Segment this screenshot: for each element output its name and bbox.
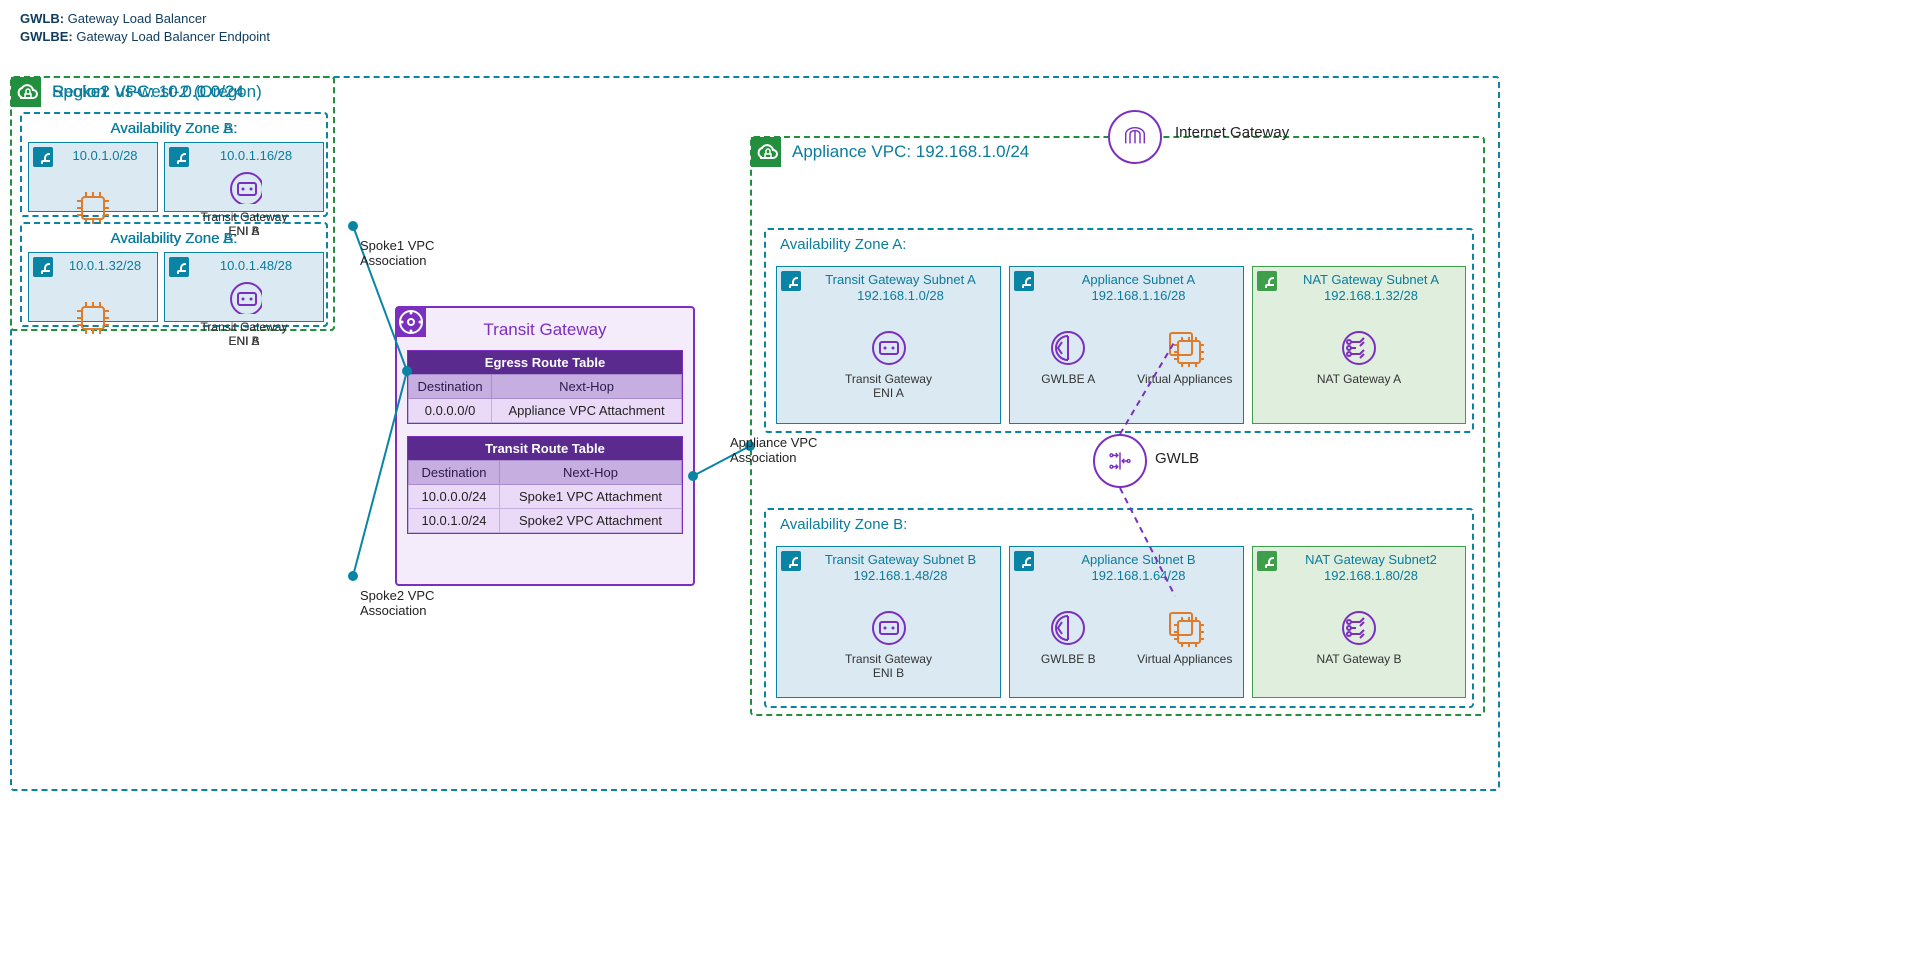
rt-dest: 0.0.0.0/0 <box>409 399 492 423</box>
app-aza: Availability Zone A: Transit Gateway Sub… <box>764 228 1474 433</box>
rt-h2: Next-Hop <box>500 461 682 485</box>
sn-cidr: NAT Gateway Subnet2192.168.1.80/28 <box>1283 552 1459 583</box>
internet-gateway-icon <box>1108 110 1162 164</box>
spoke2-aza-title: Availability Zone A: <box>22 120 326 137</box>
private-subnet-icon <box>169 147 189 167</box>
tgw-title: Transit Gateway <box>397 308 693 350</box>
appliance-assoc-label: Appliance VPC Association <box>730 436 817 466</box>
rt-next: Appliance VPC Attachment <box>492 399 682 423</box>
public-subnet-icon <box>1257 271 1277 291</box>
sn-cidr: Transit Gateway Subnet A192.168.1.0/28 <box>807 272 994 303</box>
rt-h1: Destination <box>409 461 500 485</box>
spoke2-title: Spoke2 VPC: 10.0.1.0/24 <box>52 82 244 102</box>
app-title: Appliance VPC: 192.168.1.0/24 <box>792 142 1029 162</box>
spoke2-azb-title: Availability Zone B: <box>22 230 326 247</box>
egress-route-table: Egress Route Table DestinationNext-Hop 0… <box>407 350 683 424</box>
svc-label: GWLBE A <box>1041 373 1095 386</box>
sn-cidr: 10.0.1.0/28 <box>59 148 151 164</box>
gwlb-label: GWLB <box>1155 450 1199 467</box>
transit-gateway: Transit Gateway Egress Route Table Desti… <box>395 306 695 586</box>
app-azb: Availability Zone B: Transit Gateway Sub… <box>764 508 1474 708</box>
svc-label: Transit Gateway ENI B <box>194 321 294 347</box>
tgw-icon <box>396 307 426 337</box>
rt-next: Spoke1 VPC Attachment <box>500 485 682 509</box>
private-subnet-icon <box>169 257 189 277</box>
app-aza-title: Availability Zone A: <box>780 236 1472 253</box>
app-azb-title: Availability Zone B: <box>780 516 1472 533</box>
svc-label: Transit Gateway ENI A <box>839 373 939 399</box>
gwlb-icon <box>1093 434 1147 488</box>
public-subnet-icon <box>1257 551 1277 571</box>
diagram-canvas: Region: us-west-2 (Oregon) Spoke1 VPC: 1… <box>10 76 1500 796</box>
rt-name: Transit Route Table <box>408 437 682 460</box>
rt-name: Egress Route Table <box>408 351 682 374</box>
sn-cidr: NAT Gateway Subnet A192.168.1.32/28 <box>1283 272 1459 303</box>
internet-gateway-label: Internet Gateway <box>1175 124 1289 141</box>
app-aza-tgw-subnet: Transit Gateway Subnet A192.168.1.0/28 T… <box>776 266 1001 424</box>
private-subnet-icon <box>1014 551 1034 571</box>
svc-label: NAT Gateway B <box>1317 653 1402 666</box>
legend: GWLB: Gateway Load Balancer GWLBE: Gatew… <box>20 10 1900 46</box>
spoke2-azb-sn1: 10.0.1.32/28 <box>28 252 158 322</box>
appliance-vpc: Appliance VPC: 192.168.1.0/24 Availabili… <box>750 136 1485 716</box>
legend-gwlb-val: Gateway Load Balancer <box>64 11 206 26</box>
vpc-icon <box>751 137 781 167</box>
private-subnet-icon <box>1014 271 1034 291</box>
private-subnet-icon <box>781 551 801 571</box>
legend-gwlb-key: GWLB: <box>20 11 64 26</box>
spoke2-aza-sn2: 10.0.1.16/28 Transit Gateway ENI A <box>164 142 324 212</box>
sn-cidr: Appliance Subnet A192.168.1.16/28 <box>1040 272 1237 303</box>
spoke2-azb-sn2: 10.0.1.48/28 Transit Gateway ENI B <box>164 252 324 322</box>
vpc-icon <box>11 77 41 107</box>
rt-dest: 10.0.1.0/24 <box>409 509 500 533</box>
spoke1-assoc-label: Spoke1 VPC Association <box>360 239 434 269</box>
sn-cidr: 10.0.1.48/28 <box>195 258 317 274</box>
private-subnet-icon <box>33 257 53 277</box>
sn-cidr: 10.0.1.32/28 <box>59 258 151 274</box>
svc-label: Virtual Appliances <box>1137 373 1232 386</box>
legend-gwlbe-key: GWLBE: <box>20 29 73 44</box>
spoke2-assoc-label: Spoke2 VPC Association <box>360 589 434 619</box>
app-azb-tgw-subnet: Transit Gateway Subnet B192.168.1.48/28 … <box>776 546 1001 698</box>
private-subnet-icon <box>781 271 801 291</box>
legend-gwlbe-val: Gateway Load Balancer Endpoint <box>73 29 270 44</box>
svc-label: NAT Gateway A <box>1317 373 1401 386</box>
sn-cidr: Appliance Subnet B192.168.1.64/28 <box>1040 552 1237 583</box>
rt-next: Spoke2 VPC Attachment <box>500 509 682 533</box>
rt-h2: Next-Hop <box>492 375 682 399</box>
svc-label: Virtual Appliances <box>1137 653 1232 666</box>
sn-cidr: Transit Gateway Subnet B192.168.1.48/28 <box>807 552 994 583</box>
app-aza-app-subnet: Appliance Subnet A192.168.1.16/28 GWLBE … <box>1009 266 1244 424</box>
app-azb-nat-subnet: NAT Gateway Subnet2192.168.1.80/28 NAT G… <box>1252 546 1466 698</box>
rt-dest: 10.0.0.0/24 <box>409 485 500 509</box>
transit-route-table: Transit Route Table DestinationNext-Hop … <box>407 436 683 534</box>
svc-label: GWLBE B <box>1041 653 1096 666</box>
spoke2-aza-sn1: 10.0.1.0/28 <box>28 142 158 212</box>
sn-cidr: 10.0.1.16/28 <box>195 148 317 164</box>
spoke2-vpc: Spoke2 VPC: 10.0.1.0/24 Availability Zon… <box>10 76 335 331</box>
app-aza-nat-subnet: NAT Gateway Subnet A192.168.1.32/28 NAT … <box>1252 266 1466 424</box>
spoke2-aza: Availability Zone A: 10.0.1.0/28 10.0.1.… <box>20 112 328 217</box>
private-subnet-icon <box>33 147 53 167</box>
svc-label: Transit Gateway ENI B <box>839 653 939 679</box>
spoke2-azb: Availability Zone B: 10.0.1.32/28 10.0.1… <box>20 222 328 327</box>
app-azb-app-subnet: Appliance Subnet B192.168.1.64/28 GWLBE … <box>1009 546 1244 698</box>
rt-h1: Destination <box>409 375 492 399</box>
